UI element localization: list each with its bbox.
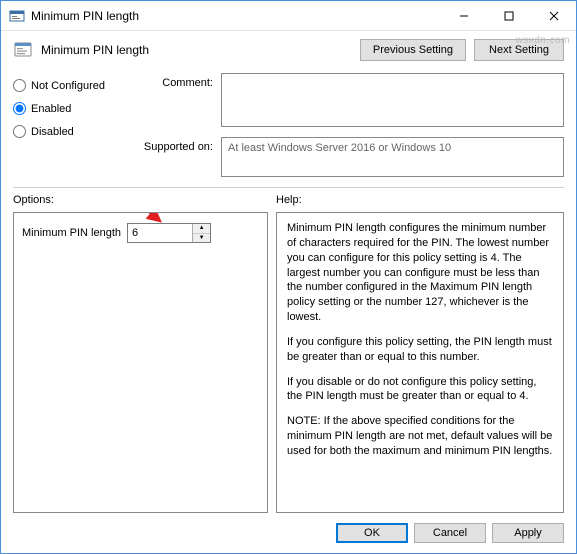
previous-setting-button[interactable]: Previous Setting [360,39,466,61]
config-area: Not Configured Enabled Disabled Comment:… [1,69,576,185]
spinner-up[interactable]: ▲ [193,224,210,234]
supported-label: Supported on: [133,137,213,177]
policy-icon [13,40,33,60]
radio-not-configured-input[interactable] [13,79,26,92]
window-controls [441,1,576,30]
spinner-down[interactable]: ▼ [193,234,210,243]
maximize-button[interactable] [486,1,531,30]
pin-length-input[interactable] [128,224,192,242]
radio-not-configured[interactable]: Not Configured [13,79,123,92]
pin-length-row: Minimum PIN length ▲ ▼ [22,223,259,243]
close-button[interactable] [531,1,576,30]
options-panel: Options: Minimum PIN length ▲ ▼ [13,192,268,513]
help-text-3: If you disable or do not configure this … [287,375,553,405]
options-label: Options: [13,192,268,212]
comment-label: Comment: [133,73,213,127]
comment-row: Comment: [133,73,564,127]
pin-length-label: Minimum PIN length [22,227,121,239]
window-title: Minimum PIN length [31,9,441,23]
supported-on-text: At least Windows Server 2016 or Windows … [228,142,451,154]
state-radio-group: Not Configured Enabled Disabled [13,73,123,177]
supported-on-box: At least Windows Server 2016 or Windows … [221,137,564,177]
watermark: wsxdn.com [515,35,570,46]
radio-disabled-label: Disabled [31,126,74,138]
radio-not-configured-label: Not Configured [31,80,105,92]
radio-disabled[interactable]: Disabled [13,125,123,138]
apply-button[interactable]: Apply [492,523,564,543]
supported-row: Supported on: At least Windows Server 20… [133,137,564,177]
help-panel: Help: Minimum PIN length configures the … [276,192,564,513]
header-row: Minimum PIN length Previous Setting Next… [1,31,576,69]
options-body: Minimum PIN length ▲ ▼ [13,212,268,513]
help-label: Help: [276,192,564,212]
cancel-button[interactable]: Cancel [414,523,486,543]
fields-col: Comment: Supported on: At least Windows … [133,73,564,177]
spinner-buttons: ▲ ▼ [192,224,210,242]
help-text-4: NOTE: If the above specified conditions … [287,414,553,459]
titlebar: Minimum PIN length [1,1,576,31]
dialog-footer: OK Cancel Apply [1,513,576,553]
radio-enabled[interactable]: Enabled [13,102,123,115]
lower-panels: Options: Minimum PIN length ▲ ▼ [1,192,576,513]
policy-title: Minimum PIN length [41,43,352,57]
app-icon [9,8,25,24]
divider [13,187,564,188]
comment-textarea[interactable] [221,73,564,127]
radio-enabled-input[interactable] [13,102,26,115]
pin-length-spinner[interactable]: ▲ ▼ [127,223,211,243]
help-body[interactable]: Minimum PIN length configures the minimu… [276,212,564,513]
policy-dialog: Minimum PIN length wsxdn.com Minimu [0,0,577,554]
minimize-button[interactable] [441,1,486,30]
help-text-1: Minimum PIN length configures the minimu… [287,221,553,325]
radio-enabled-label: Enabled [31,103,71,115]
help-text-2: If you configure this policy setting, th… [287,335,553,365]
ok-button[interactable]: OK [336,523,408,543]
radio-disabled-input[interactable] [13,125,26,138]
